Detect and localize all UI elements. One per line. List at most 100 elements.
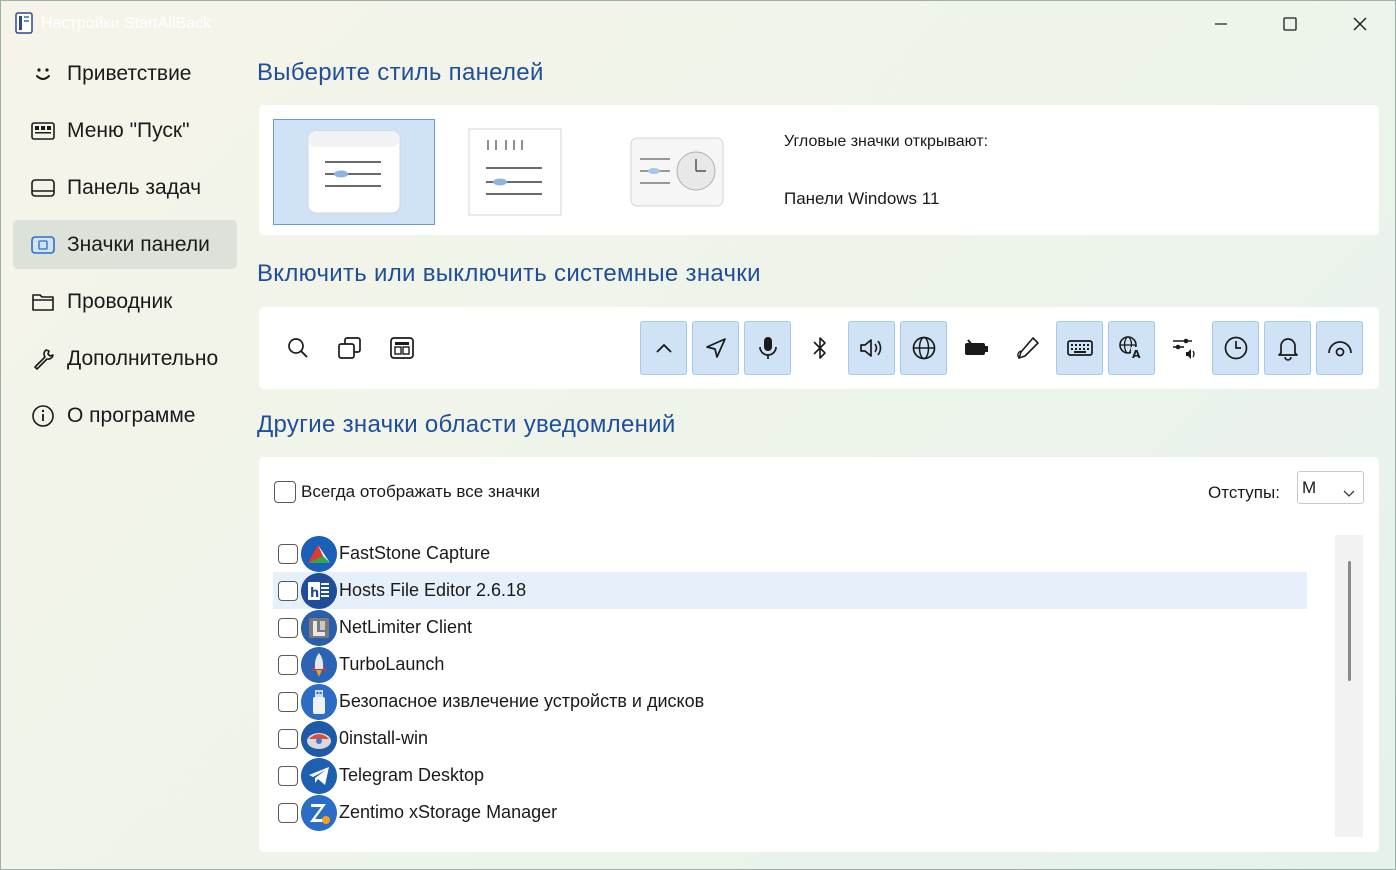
list-scrollbar[interactable] — [1335, 535, 1363, 837]
always-show-label: Всегда отображать все значки — [301, 482, 540, 501]
chevron-up-icon[interactable] — [640, 321, 687, 375]
app-logo-icon — [14, 12, 34, 34]
wrench-icon — [31, 347, 55, 371]
app-icon-list: FastStone Capture h Hosts File Editor 2.… — [273, 535, 1307, 831]
turbolaunch-icon — [301, 646, 337, 683]
svg-text:A: A — [1132, 348, 1141, 361]
start-menu-icon — [31, 119, 55, 143]
windows10-style-preview-icon — [468, 128, 562, 216]
always-show-checkbox[interactable] — [274, 481, 296, 503]
notification-icons-card: Всегда отображать все значки Отступы: M … — [259, 457, 1379, 852]
language-icon[interactable]: A — [1108, 321, 1155, 375]
app-checkbox[interactable] — [278, 765, 298, 786]
task-view-icon[interactable] — [326, 321, 373, 375]
style-option-windows10[interactable] — [459, 119, 571, 225]
smile-icon — [31, 62, 55, 86]
bell-icon[interactable] — [1264, 321, 1311, 375]
app-checkbox[interactable] — [278, 543, 298, 564]
folder-icon — [31, 290, 55, 314]
hosts-editor-icon: h — [301, 572, 337, 609]
maximize-button[interactable] — [1255, 1, 1325, 47]
scrollbar-thumb[interactable] — [1348, 561, 1351, 681]
keyboard-icon[interactable] — [1056, 321, 1103, 375]
pen-icon[interactable] — [1004, 321, 1051, 375]
info-icon — [31, 404, 55, 428]
eye-icon[interactable] — [1316, 321, 1363, 375]
bluetooth-icon[interactable] — [796, 321, 843, 375]
app-name: FastStone Capture — [339, 543, 491, 563]
sidebar-item-label: Значки панели — [67, 232, 210, 256]
clock-icon[interactable] — [1212, 321, 1259, 375]
title-bar: Настройки StartAllBack — [1, 1, 1396, 47]
corner-icons-value[interactable]: Панели Windows 11 — [784, 189, 939, 209]
app-name: NetLimiter Client — [339, 617, 473, 637]
indent-select-value: M — [1302, 478, 1317, 497]
audio-settings-icon[interactable] — [1160, 321, 1207, 375]
windows11-style-preview-icon — [307, 130, 401, 214]
list-item[interactable]: NetLimiter Client — [273, 609, 1307, 646]
style-option-classic[interactable] — [621, 119, 733, 225]
volume-icon[interactable] — [848, 321, 895, 375]
widgets-icon[interactable] — [378, 321, 425, 375]
app-checkbox[interactable] — [278, 802, 298, 823]
corner-icons-label: Угловые значки открывают: — [784, 133, 989, 150]
app-name: Telegram Desktop — [339, 765, 485, 785]
microphone-icon[interactable] — [744, 321, 791, 375]
sidebar-item-welcome[interactable]: Приветствие — [13, 49, 237, 98]
always-show-row[interactable]: Всегда отображать все значки — [274, 481, 540, 503]
window-title: Настройки StartAllBack — [41, 15, 212, 32]
list-item[interactable]: h Hosts File Editor 2.6.18 — [273, 572, 1307, 609]
sidebar-item-tray-icons[interactable]: Значки панели — [13, 220, 237, 269]
network-icon[interactable] — [900, 321, 947, 375]
app-checkbox[interactable] — [278, 691, 298, 712]
sidebar-item-taskbar[interactable]: Панель задач — [13, 163, 237, 212]
settings-window: Настройки StartAllBack Приветствие Меню … — [0, 0, 1396, 870]
list-item[interactable]: Zentimo xStorage Manager — [273, 794, 1307, 831]
sidebar-item-label: О программе — [67, 403, 196, 427]
indent-label: Отступы: — [1208, 483, 1280, 502]
classic-style-preview-icon — [630, 137, 724, 207]
app-name: Zentimo xStorage Manager — [339, 802, 558, 822]
search-icon[interactable] — [274, 321, 321, 375]
netlimiter-icon — [301, 609, 337, 646]
sidebar-item-label: Приветствие — [67, 61, 192, 85]
tray-icons-icon — [31, 233, 55, 257]
zero-install-icon — [301, 720, 337, 757]
app-name: TurboLaunch — [339, 654, 445, 674]
list-item[interactable]: FastStone Capture — [273, 535, 1307, 572]
app-checkbox[interactable] — [278, 617, 298, 638]
notification-icons-heading: Другие значки области уведомлений — [257, 411, 676, 438]
usb-eject-icon — [301, 683, 337, 720]
app-name: Безопасное извлечение устройств и дисков — [339, 691, 705, 711]
list-item[interactable]: 0install-win — [273, 720, 1307, 757]
sidebar-item-label: Панель задач — [67, 175, 202, 199]
battery-icon[interactable] — [952, 321, 999, 375]
telegram-icon — [301, 757, 337, 794]
panel-style-card: Угловые значки открывают: Панели Windows… — [259, 105, 1379, 235]
location-icon[interactable] — [692, 321, 739, 375]
style-option-windows11[interactable] — [273, 119, 435, 225]
sidebar-item-label: Дополнительно — [67, 346, 219, 370]
app-checkbox[interactable] — [278, 728, 298, 749]
sidebar-item-label: Проводник — [67, 289, 173, 313]
list-item[interactable]: Безопасное извлечение устройств и дисков — [273, 683, 1307, 720]
sidebar-item-label: Меню "Пуск" — [67, 118, 190, 142]
close-button[interactable] — [1325, 1, 1395, 47]
sidebar-item-about[interactable]: О программе — [13, 391, 237, 440]
app-checkbox[interactable] — [278, 654, 298, 675]
app-checkbox[interactable] — [278, 580, 298, 601]
chevron-down-icon — [1343, 483, 1355, 503]
sidebar-item-advanced[interactable]: Дополнительно — [13, 334, 237, 383]
system-icons-card: A — [259, 307, 1379, 389]
indent-select[interactable]: M — [1297, 471, 1364, 504]
svg-text:h: h — [310, 586, 319, 601]
sidebar-item-start-menu[interactable]: Меню "Пуск" — [13, 106, 237, 155]
zentimo-icon — [301, 794, 337, 831]
sidebar-item-explorer[interactable]: Проводник — [13, 277, 237, 326]
panel-style-heading: Выберите стиль панелей — [257, 59, 544, 86]
list-item[interactable]: Telegram Desktop — [273, 757, 1307, 794]
list-item[interactable]: TurboLaunch — [273, 646, 1307, 683]
minimize-button[interactable] — [1186, 1, 1256, 47]
sidebar-nav: Приветствие Меню "Пуск" Панель задач Зна… — [13, 49, 237, 448]
taskbar-icon — [31, 176, 55, 200]
